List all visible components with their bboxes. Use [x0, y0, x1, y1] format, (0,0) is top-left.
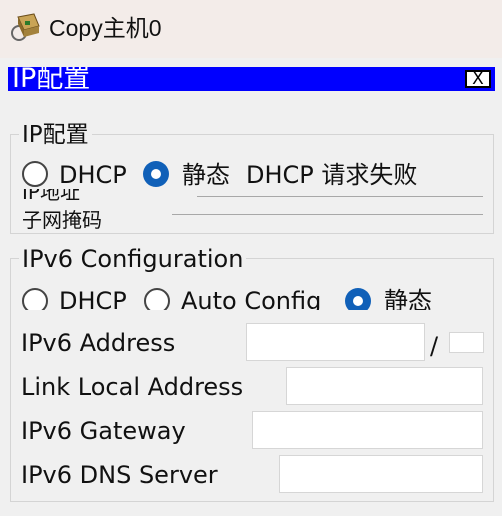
ipv6-address-input[interactable]: [246, 323, 425, 361]
close-button[interactable]: X: [465, 70, 491, 88]
ipv6-dhcp-label: DHCP: [59, 287, 127, 310]
ipv6-address-label: IPv6 Address: [21, 329, 176, 357]
panel-title: IP配置: [12, 67, 91, 91]
ipv6-auto-config-radio[interactable]: [144, 288, 170, 310]
ipv6-dns-server-input[interactable]: [279, 455, 483, 493]
subnet-mask-label: 子网掩码: [22, 208, 102, 231]
ipv4-dhcp-radio[interactable]: [22, 161, 48, 187]
link-local-address-input[interactable]: [286, 367, 483, 405]
window-title: Copy主机0: [49, 15, 162, 41]
ipv4-clipped-rows: IP地址 子网掩码: [20, 189, 490, 231]
ipv6-gateway-label: IPv6 Gateway: [21, 417, 186, 445]
ipv4-dhcp-label: DHCP: [59, 161, 127, 189]
ipv6-dns-server-label: IPv6 DNS Server: [21, 461, 218, 489]
dhcp-status-text: DHCP 请求失败: [246, 161, 418, 189]
ipv6-auto-config-label: Auto Config: [181, 287, 322, 310]
subnet-mask-field-edge[interactable]: [172, 214, 483, 215]
ip-address-field-edge[interactable]: [197, 196, 483, 197]
ipv6-mode-row: DHCP Auto Config 静态: [12, 284, 492, 310]
ipv4-static-radio[interactable]: [143, 161, 169, 187]
ipv6-group-title: IPv6 Configuration: [19, 244, 247, 274]
ipv4-static-label: 静态: [182, 161, 230, 189]
link-local-address-label: Link Local Address: [21, 373, 244, 401]
packet-tracer-pc-icon: [11, 13, 40, 41]
window-titlebar: Copy主机0: [0, 0, 502, 58]
ipv6-prefix-input[interactable]: [449, 332, 484, 353]
ipv6-static-label: 静态: [384, 287, 432, 310]
prefix-separator: /: [430, 332, 439, 360]
ipv6-static-radio[interactable]: [345, 288, 371, 310]
panel-header: IP配置: [8, 67, 495, 91]
ipv6-gateway-input[interactable]: [252, 411, 483, 449]
ipv4-group-title: IP配置: [19, 121, 92, 149]
ipv6-dhcp-radio[interactable]: [22, 288, 48, 310]
